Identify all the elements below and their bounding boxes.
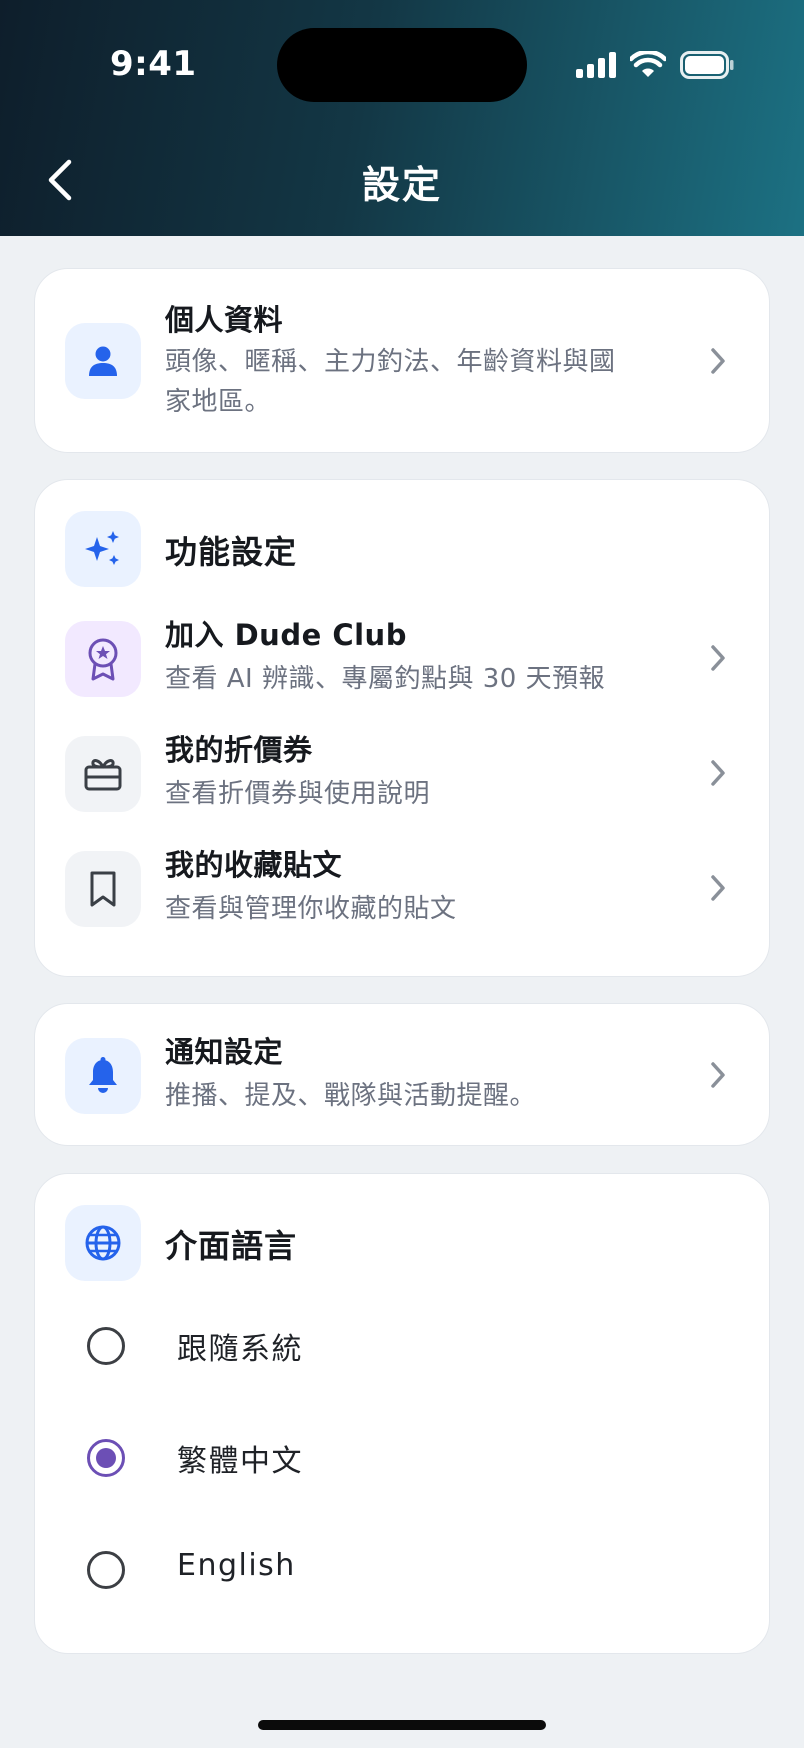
notifications-row[interactable]: 通知設定 推播、提及、戰隊與活動提醒。: [35, 1004, 769, 1147]
cellular-signal-icon: [576, 52, 616, 78]
language-section-title: 介面語言: [165, 1227, 298, 1265]
wifi-icon: [630, 51, 666, 77]
language-icon-box: [65, 1205, 141, 1281]
chevron-right-icon: [711, 760, 725, 786]
coupons-subtitle: 查看折價券與使用說明: [165, 779, 431, 809]
notifications-title: 通知設定: [165, 1035, 284, 1069]
language-option-english[interactable]: English: [35, 1530, 769, 1610]
features-icon-box: [65, 511, 141, 587]
status-time: 9:41: [110, 44, 197, 84]
features-section-title: 功能設定: [165, 533, 298, 571]
profile-subtitle-line1: 頭像、暱稱、主力釣法、年齡資料與國: [165, 347, 616, 377]
radio-button[interactable]: [87, 1327, 125, 1365]
bell-icon: [89, 1057, 117, 1093]
chevron-right-icon: [711, 1062, 725, 1088]
dude-club-subtitle: 查看 AI 辨識、專屬釣點與 30 天預報: [165, 664, 606, 694]
status-icons: [576, 50, 734, 80]
radio-button[interactable]: [87, 1551, 125, 1589]
notifications-card: 通知設定 推播、提及、戰隊與活動提醒。: [34, 1003, 770, 1146]
home-indicator: [258, 1720, 546, 1730]
dude-club-row[interactable]: 加入 Dude Club 查看 AI 辨識、專屬釣點與 30 天預報: [35, 615, 769, 725]
profile-row[interactable]: 個人資料 頭像、暱稱、主力釣法、年齡資料與國 家地區。: [35, 269, 769, 454]
dynamic-island: [277, 28, 527, 102]
chevron-right-icon: [711, 348, 725, 374]
globe-icon: [85, 1225, 121, 1261]
coupons-icon-box: [65, 736, 141, 812]
app-header: 9:41 設定: [0, 0, 804, 236]
profile-title: 個人資料: [165, 303, 284, 337]
saved-posts-title: 我的收藏貼文: [165, 848, 343, 882]
language-option-system[interactable]: 跟隨系統: [35, 1306, 769, 1386]
saved-posts-subtitle: 查看與管理你收藏的貼文: [165, 894, 457, 924]
dude-club-title: 加入 Dude Club: [165, 618, 407, 652]
chevron-right-icon: [711, 645, 725, 671]
features-card: 功能設定 加入 Dude Club 查看 AI 辨識、專屬釣點與 30 天預報: [34, 479, 770, 977]
notifications-icon-box: [65, 1038, 141, 1114]
profile-icon-box: [65, 323, 141, 399]
profile-card: 個人資料 頭像、暱稱、主力釣法、年齡資料與國 家地區。: [34, 268, 770, 453]
bookmark-icon: [90, 871, 116, 907]
battery-icon: [680, 51, 734, 79]
saved-posts-row[interactable]: 我的收藏貼文 查看與管理你收藏的貼文: [35, 845, 769, 955]
notifications-subtitle: 推播、提及、戰隊與活動提醒。: [165, 1081, 537, 1111]
language-card: 介面語言 跟隨系統 繁體中文 English: [34, 1173, 770, 1654]
language-option-label: English: [177, 1548, 296, 1583]
language-option-label: 繁體中文: [177, 1444, 303, 1479]
radio-button-selected[interactable]: [87, 1439, 125, 1477]
coupon-ticket-icon: [84, 759, 122, 791]
sparkles-icon: [85, 531, 119, 565]
coupons-row[interactable]: 我的折價券 查看折價券與使用說明: [35, 730, 769, 840]
language-option-label: 跟隨系統: [177, 1332, 303, 1367]
profile-subtitle-line2: 家地區。: [165, 387, 272, 417]
person-icon: [89, 346, 117, 376]
dude-club-icon-box: [65, 621, 141, 697]
page-title: 設定: [361, 163, 442, 207]
award-badge-icon: [88, 638, 118, 681]
chevron-right-icon: [711, 875, 725, 901]
saved-posts-icon-box: [65, 851, 141, 927]
coupons-title: 我的折價券: [165, 733, 313, 767]
language-option-traditional-chinese[interactable]: 繁體中文: [35, 1418, 769, 1498]
